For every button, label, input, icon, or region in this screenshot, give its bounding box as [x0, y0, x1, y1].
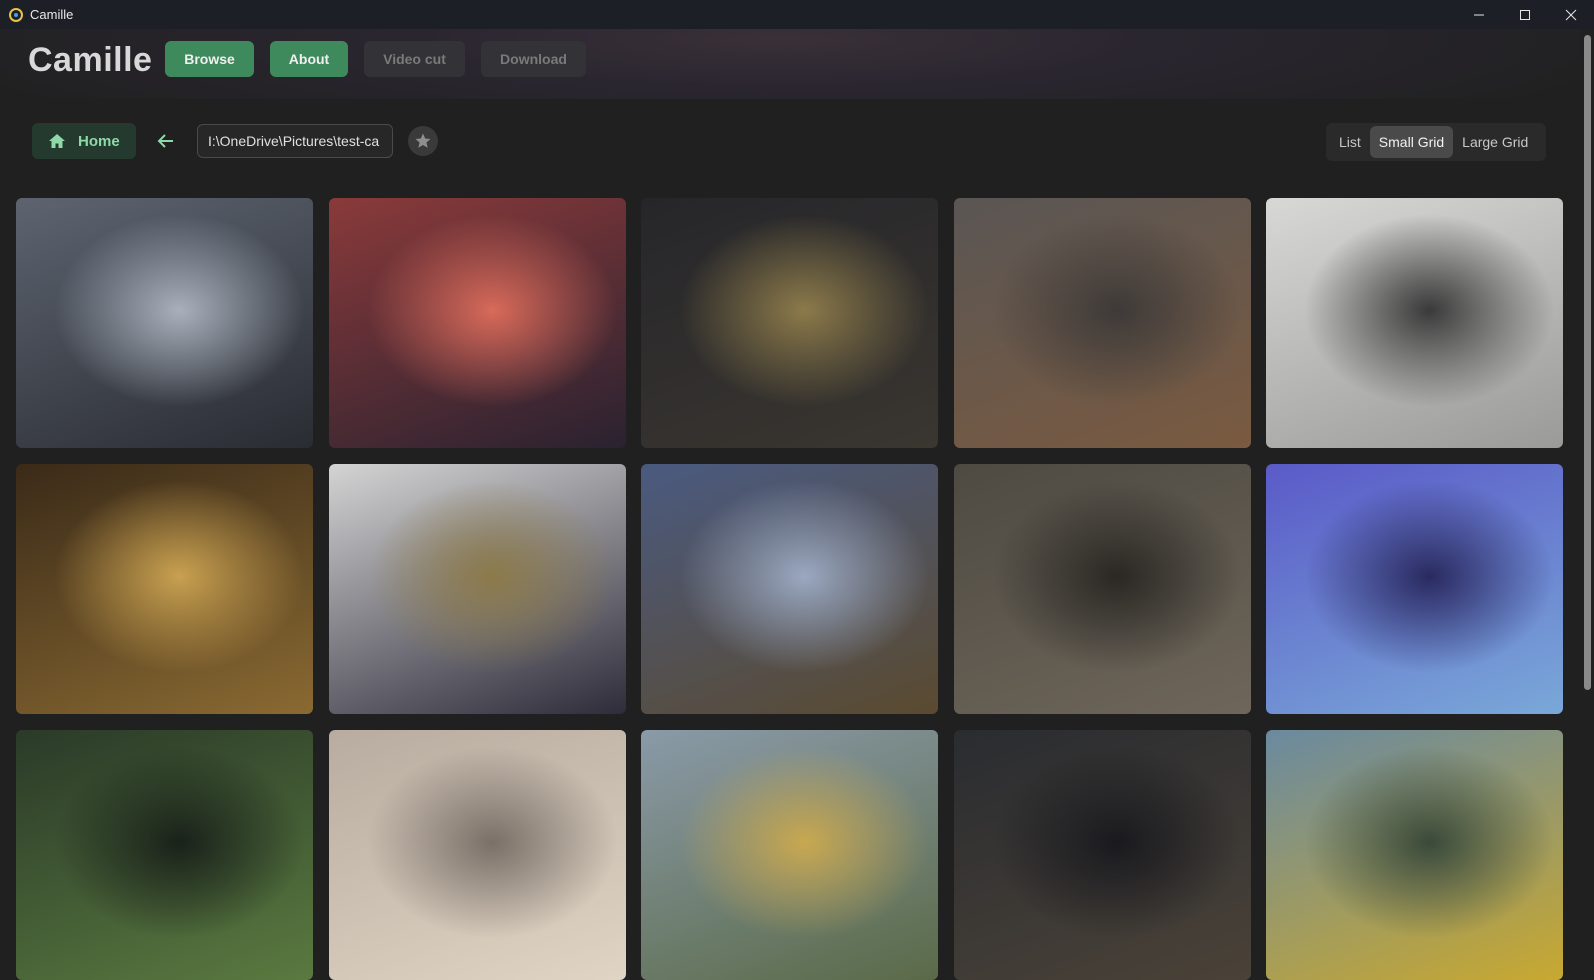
view-option-large-grid[interactable]: Large Grid [1453, 126, 1537, 158]
download-button[interactable]: Download [481, 41, 586, 77]
video-cut-button[interactable]: Video cut [364, 41, 465, 77]
gallery-image-tile[interactable] [16, 730, 313, 980]
gallery-image-tile[interactable] [641, 198, 938, 448]
minimize-icon [1474, 14, 1484, 15]
gallery-image-tile[interactable] [641, 464, 938, 714]
gallery-image-tile[interactable] [1266, 464, 1563, 714]
minimize-button[interactable] [1456, 0, 1502, 29]
about-button[interactable]: About [270, 41, 348, 77]
close-icon [1565, 9, 1577, 20]
app-logo-icon [9, 7, 23, 22]
app-header: Camille Browse About Video cut Download [0, 29, 1580, 99]
path-input[interactable] [197, 124, 393, 158]
title-bar: Camille [0, 0, 1594, 29]
view-mode-switch: List Small Grid Large Grid [1326, 123, 1546, 161]
gallery-image-tile[interactable] [641, 730, 938, 980]
back-button[interactable] [155, 130, 177, 152]
home-icon [49, 134, 65, 148]
gallery-image-tile[interactable] [16, 198, 313, 448]
star-icon [415, 133, 431, 148]
window-controls [1456, 0, 1594, 29]
gallery-image-tile[interactable] [1266, 730, 1563, 980]
view-option-list[interactable]: List [1330, 126, 1370, 158]
view-option-small-grid[interactable]: Small Grid [1369, 126, 1454, 158]
gallery-image-tile[interactable] [954, 198, 1251, 448]
gallery-image-tile[interactable] [1266, 198, 1563, 448]
maximize-icon [1520, 9, 1530, 20]
app-brand: Camille [28, 41, 153, 79]
gallery-image-tile[interactable] [16, 464, 313, 714]
gallery-image-tile[interactable] [954, 464, 1251, 714]
navigation-toolbar: Home List Small Grid Large Grid [0, 123, 1580, 161]
gallery-image-tile[interactable] [329, 730, 626, 980]
browse-button[interactable]: Browse [165, 41, 254, 77]
gallery-image-tile[interactable] [329, 198, 626, 448]
gallery-image-tile[interactable] [329, 464, 626, 714]
gallery-image-tile[interactable] [954, 730, 1251, 980]
window-title: Camille [30, 7, 74, 22]
arrow-left-icon [157, 134, 173, 148]
scrollbar-thumb[interactable] [1584, 35, 1591, 690]
close-button[interactable] [1548, 0, 1594, 29]
home-label: Home [78, 132, 120, 150]
favorite-button[interactable] [408, 126, 438, 156]
maximize-button[interactable] [1502, 0, 1548, 29]
home-button[interactable]: Home [32, 123, 136, 159]
